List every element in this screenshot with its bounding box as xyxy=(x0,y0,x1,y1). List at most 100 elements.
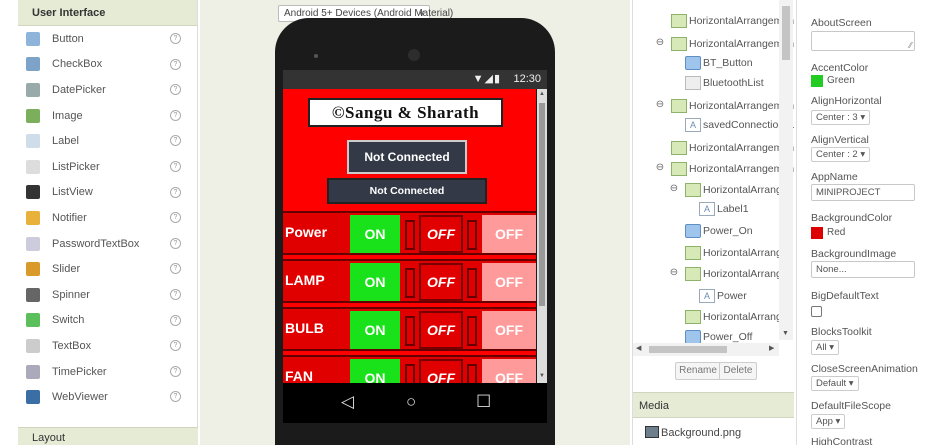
help-icon[interactable]: ? xyxy=(170,212,181,224)
tree-node[interactable]: Power_On xyxy=(685,222,753,240)
tree-node[interactable]: A Label1 xyxy=(699,200,749,218)
palette-item-listpicker[interactable]: ListPicker? xyxy=(18,154,197,180)
separator xyxy=(405,316,415,346)
palette-item-datepicker[interactable]: DatePicker? xyxy=(18,77,197,103)
rename-button[interactable]: Rename xyxy=(675,362,721,380)
app-title-label[interactable]: ©Sangu & Sharath xyxy=(308,98,503,127)
home-icon[interactable]: ○ xyxy=(406,392,416,412)
blocks-toolkit-select[interactable]: All ▾ xyxy=(811,340,839,355)
palette-item-spinner[interactable]: Spinner? xyxy=(18,282,197,308)
palette-item-slider[interactable]: Slider? xyxy=(18,256,197,282)
scroll-left-icon[interactable]: ◀ xyxy=(636,344,641,352)
scroll-down-icon[interactable]: ▼ xyxy=(782,330,789,337)
palette-item-passwordtextbox[interactable]: PasswordTextBox? xyxy=(18,231,197,257)
help-icon[interactable]: ? xyxy=(170,84,181,96)
calendar-icon xyxy=(26,82,40,97)
collapse-icon[interactable]: ⊖ xyxy=(669,267,679,278)
background-color-value[interactable]: Red xyxy=(827,227,845,238)
accent-color-swatch[interactable] xyxy=(811,75,823,87)
tree-node[interactable]: HorizontalArrangemen xyxy=(671,35,794,53)
collapse-icon[interactable]: ⊖ xyxy=(655,99,665,110)
close-animation-select[interactable]: Default ▾ xyxy=(811,376,859,391)
collapse-icon[interactable]: ⊖ xyxy=(669,183,679,194)
on-button[interactable]: ON xyxy=(350,215,400,253)
help-icon[interactable]: ? xyxy=(170,237,181,249)
help-icon[interactable]: ? xyxy=(170,391,181,403)
tree-node[interactable]: HorizontalArrangemen xyxy=(671,12,794,30)
scrollbar-thumb[interactable] xyxy=(539,103,545,306)
collapse-icon[interactable]: ⊖ xyxy=(655,37,665,48)
palette-item-label[interactable]: Label? xyxy=(18,128,197,154)
palette-item-button[interactable]: Button? xyxy=(18,26,197,52)
app-screen[interactable]: ©Sangu & Sharath Not Connected Not Conne… xyxy=(283,89,536,383)
tree-vertical-scrollbar[interactable]: ▼ xyxy=(779,0,793,340)
help-icon[interactable]: ? xyxy=(170,314,181,326)
help-icon[interactable]: ? xyxy=(170,365,181,377)
tree-node[interactable]: BluetoothList xyxy=(685,74,764,92)
help-icon[interactable]: ? xyxy=(170,288,181,300)
help-icon[interactable]: ? xyxy=(170,160,181,172)
tree-horizontal-scrollbar[interactable]: ◀ ▶ xyxy=(633,343,779,356)
resize-handle-icon[interactable]: ⁄⁄ xyxy=(909,41,912,50)
tree-node[interactable]: HorizontalArrangemen xyxy=(671,139,794,157)
tree-node[interactable]: HorizontalArrangen xyxy=(685,181,793,199)
palette-layout-header[interactable]: Layout xyxy=(18,427,198,445)
accent-color-value[interactable]: Green xyxy=(827,75,855,86)
off-button[interactable]: OFF xyxy=(482,263,536,301)
collapse-icon[interactable]: ⊖ xyxy=(655,162,665,173)
connection-status-label[interactable]: Not Connected xyxy=(327,178,487,204)
tree-scroll-thumb[interactable] xyxy=(782,6,790,60)
media-file-item[interactable]: Background.png xyxy=(633,418,794,439)
tree-node[interactable]: HorizontalArrangemen xyxy=(671,160,794,178)
help-icon[interactable]: ? xyxy=(170,340,181,352)
palette-item-image[interactable]: Image? xyxy=(18,103,197,129)
tree-hscroll-thumb[interactable] xyxy=(649,346,727,353)
off-button[interactable]: OFF xyxy=(482,215,536,253)
palette-item-textbox[interactable]: TextBox? xyxy=(18,333,197,359)
big-default-text-checkbox[interactable] xyxy=(811,306,822,317)
tree-node[interactable]: HorizontalArrangen xyxy=(685,308,793,326)
on-button[interactable]: ON xyxy=(350,359,400,383)
screen-scrollbar[interactable]: ▲ ▼ xyxy=(537,89,547,383)
palette-item-switch[interactable]: Switch? xyxy=(18,308,197,334)
scroll-up-icon[interactable]: ▲ xyxy=(539,91,545,97)
background-image-input[interactable]: None... xyxy=(811,261,915,278)
tree-node[interactable]: HorizontalArrangemen xyxy=(671,97,794,115)
tree-node[interactable]: A Power xyxy=(699,287,747,305)
palette-item-timepicker[interactable]: TimePicker? xyxy=(18,359,197,385)
tree-node[interactable]: HorizontalArrangen xyxy=(685,265,793,283)
speaker-icon xyxy=(408,49,420,61)
help-icon[interactable]: ? xyxy=(170,263,181,275)
help-icon[interactable]: ? xyxy=(170,58,181,70)
delete-button[interactable]: Delete xyxy=(719,362,757,380)
palette-item-webviewer[interactable]: WebViewer? xyxy=(18,384,197,410)
palette-item-listview[interactable]: ListView? xyxy=(18,180,197,206)
background-color-swatch[interactable] xyxy=(811,227,823,239)
file-scope-select[interactable]: App ▾ xyxy=(811,414,846,429)
recent-apps-icon[interactable]: ☐ xyxy=(476,392,491,412)
help-icon[interactable]: ? xyxy=(170,135,181,147)
align-vertical-select[interactable]: Center : 2 ▾ xyxy=(811,147,871,162)
on-button[interactable]: ON xyxy=(350,263,400,301)
about-screen-textarea[interactable]: ⁄⁄ xyxy=(811,31,915,51)
separator xyxy=(405,364,415,383)
align-horizontal-select[interactable]: Center : 3 ▾ xyxy=(811,110,871,125)
arrangement-icon xyxy=(685,267,701,281)
help-icon[interactable]: ? xyxy=(170,186,181,198)
bt-button[interactable]: Not Connected xyxy=(347,140,467,174)
scroll-down-icon[interactable]: ▼ xyxy=(539,373,545,379)
back-icon[interactable]: ◁ xyxy=(341,392,354,412)
off-button[interactable]: OFF xyxy=(482,311,536,349)
tree-node[interactable]: BT_Button xyxy=(685,54,753,72)
help-icon[interactable]: ? xyxy=(170,109,181,121)
help-icon[interactable]: ? xyxy=(170,33,181,44)
scroll-right-icon[interactable]: ▶ xyxy=(769,344,774,352)
palette-header[interactable]: User Interface xyxy=(18,0,197,26)
tree-node[interactable]: HorizontalArrangen xyxy=(685,244,793,262)
tree-node[interactable]: AsavedConnection_L xyxy=(685,116,794,134)
palette-item-notifier[interactable]: Notifier? xyxy=(18,205,197,231)
on-button[interactable]: ON xyxy=(350,311,400,349)
off-button[interactable]: OFF xyxy=(482,359,536,383)
app-name-input[interactable]: MINIPROJECT xyxy=(811,184,915,201)
palette-item-checkbox[interactable]: CheckBox? xyxy=(18,52,197,78)
